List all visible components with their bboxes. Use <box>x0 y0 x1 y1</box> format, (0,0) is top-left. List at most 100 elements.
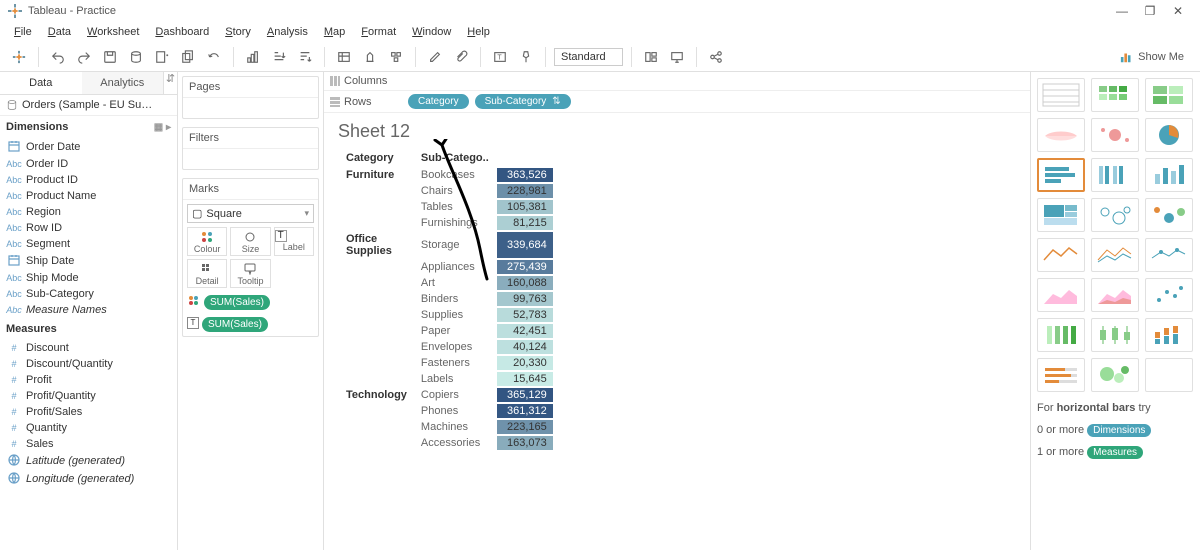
color-pill-sum-sales[interactable]: SUM(Sales) <box>204 295 270 310</box>
chart-thumb[interactable] <box>1091 238 1139 272</box>
table-row[interactable]: Art160,088 <box>340 276 553 290</box>
table-row[interactable]: Chairs228,981 <box>340 184 553 198</box>
table-row[interactable]: Paper42,451 <box>340 324 553 338</box>
chart-thumb[interactable] <box>1091 198 1139 232</box>
table-row[interactable]: Accessories163,073 <box>340 436 553 450</box>
filters-card[interactable]: Filters <box>182 127 319 170</box>
undo-icon[interactable] <box>47 46 69 68</box>
measure-field[interactable]: Latitude (generated) <box>0 452 177 470</box>
chart-thumb[interactable] <box>1091 118 1139 152</box>
measure-field[interactable]: #Discount <box>0 340 177 356</box>
menu-analysis[interactable]: Analysis <box>259 24 316 40</box>
chart-thumb[interactable] <box>1145 158 1193 192</box>
duplicate-icon[interactable] <box>177 46 199 68</box>
pin-icon[interactable] <box>515 46 537 68</box>
measure-field[interactable]: #Profit/Sales <box>0 404 177 420</box>
chart-thumb[interactable] <box>1091 78 1139 112</box>
tab-data[interactable]: Data <box>0 72 82 94</box>
menu-data[interactable]: Data <box>40 24 79 40</box>
dimension-field[interactable]: AbcShip Mode <box>0 270 177 286</box>
clear-icon[interactable] <box>203 46 225 68</box>
save-icon[interactable] <box>99 46 121 68</box>
group-icon[interactable] <box>385 46 407 68</box>
measure-field[interactable]: #Profit/Quantity <box>0 388 177 404</box>
table-row[interactable]: TechnologyCopiers365,129 <box>340 388 553 402</box>
dimension-field[interactable]: AbcSub-Category <box>0 286 177 302</box>
dimension-field[interactable]: AbcProduct Name <box>0 188 177 204</box>
label-cell[interactable]: TLabel <box>274 227 314 256</box>
table-row[interactable]: Supplies52,783 <box>340 308 553 322</box>
swap-icon[interactable] <box>242 46 264 68</box>
dimension-field[interactable]: AbcRow ID <box>0 220 177 236</box>
dimension-field[interactable]: AbcRegion <box>0 204 177 220</box>
table-row[interactable]: Furnishings81,215 <box>340 216 553 230</box>
chart-thumb[interactable] <box>1091 358 1139 392</box>
chart-thumb[interactable] <box>1037 358 1085 392</box>
chart-thumb[interactable] <box>1091 278 1139 312</box>
dimension-field[interactable]: Order Date <box>0 138 177 156</box>
attach-icon[interactable] <box>450 46 472 68</box>
window-minimize-icon[interactable]: — <box>1108 4 1136 18</box>
table-row[interactable]: FurnitureBookcases363,526 <box>340 168 553 182</box>
menu-help[interactable]: Help <box>459 24 498 40</box>
chart-thumb[interactable] <box>1037 278 1085 312</box>
redo-icon[interactable] <box>73 46 95 68</box>
table-row[interactable]: Tables105,381 <box>340 200 553 214</box>
label-pill-sum-sales[interactable]: SUM(Sales) <box>202 317 268 332</box>
chart-thumb[interactable] <box>1091 318 1139 352</box>
window-maximize-icon[interactable]: ❐ <box>1136 4 1164 18</box>
dimension-field[interactable]: AbcProduct ID <box>0 172 177 188</box>
fit-dropdown[interactable]: Standard <box>554 48 623 66</box>
new-datasource-icon[interactable] <box>125 46 147 68</box>
highlight-icon[interactable] <box>359 46 381 68</box>
color-cell[interactable]: Colour <box>187 227 227 256</box>
mark-type-dropdown[interactable]: ▢ Square ▾ <box>187 204 314 223</box>
measure-field[interactable]: #Profit <box>0 372 177 388</box>
tab-analytics[interactable]: Analytics <box>82 72 164 94</box>
menu-worksheet[interactable]: Worksheet <box>79 24 147 40</box>
chart-thumb[interactable] <box>1037 318 1085 352</box>
menu-format[interactable]: Format <box>353 24 404 40</box>
menu-dashboard[interactable]: Dashboard <box>147 24 217 40</box>
window-close-icon[interactable]: ✕ <box>1164 4 1192 18</box>
view-mode-icon[interactable]: ▦ ▸ <box>154 122 171 133</box>
table-row[interactable]: Fasteners20,330 <box>340 356 553 370</box>
measure-field[interactable]: #Sales <box>0 436 177 452</box>
chart-thumb[interactable] <box>1145 278 1193 312</box>
menu-window[interactable]: Window <box>404 24 459 40</box>
new-worksheet-icon[interactable] <box>151 46 173 68</box>
chart-thumb[interactable] <box>1145 78 1193 112</box>
totals-icon[interactable] <box>333 46 355 68</box>
chart-thumb[interactable] <box>1145 198 1193 232</box>
chart-thumb[interactable] <box>1037 238 1085 272</box>
measure-field[interactable]: #Quantity <box>0 420 177 436</box>
chart-thumb[interactable] <box>1145 358 1193 392</box>
chart-thumb[interactable] <box>1145 118 1193 152</box>
columns-shelf[interactable]: Columns <box>324 72 1030 91</box>
show-cards-icon[interactable] <box>640 46 662 68</box>
sort-asc-icon[interactable] <box>268 46 290 68</box>
measure-field[interactable]: #Discount/Quantity <box>0 356 177 372</box>
share-icon[interactable] <box>705 46 727 68</box>
table-row[interactable]: OfficeSuppliesStorage339,684 <box>340 232 553 258</box>
chart-thumb[interactable] <box>1145 238 1193 272</box>
show-me-button[interactable]: Show Me <box>1112 50 1192 64</box>
dimension-field[interactable]: AbcSegment <box>0 236 177 252</box>
pages-card[interactable]: Pages <box>182 76 319 119</box>
menu-story[interactable]: Story <box>217 24 259 40</box>
table-row[interactable]: Envelopes40,124 <box>340 340 553 354</box>
datasource-item[interactable]: Orders (Sample - EU Su… <box>0 95 177 116</box>
chart-thumb[interactable] <box>1091 158 1139 192</box>
detail-cell[interactable]: Detail <box>187 259 227 288</box>
menu-map[interactable]: Map <box>316 24 353 40</box>
chart-thumb[interactable] <box>1037 198 1085 232</box>
chart-thumb[interactable] <box>1037 78 1085 112</box>
format-icon[interactable] <box>424 46 446 68</box>
tableau-logo-small-icon[interactable] <box>8 46 30 68</box>
sheet-title[interactable]: Sheet 12 <box>338 121 1016 142</box>
chart-thumb[interactable] <box>1037 158 1085 192</box>
table-row[interactable]: Machines223,165 <box>340 420 553 434</box>
chart-thumb[interactable] <box>1037 118 1085 152</box>
dimension-field[interactable]: AbcMeasure Names <box>0 302 177 318</box>
dimension-field[interactable]: AbcOrder ID <box>0 156 177 172</box>
